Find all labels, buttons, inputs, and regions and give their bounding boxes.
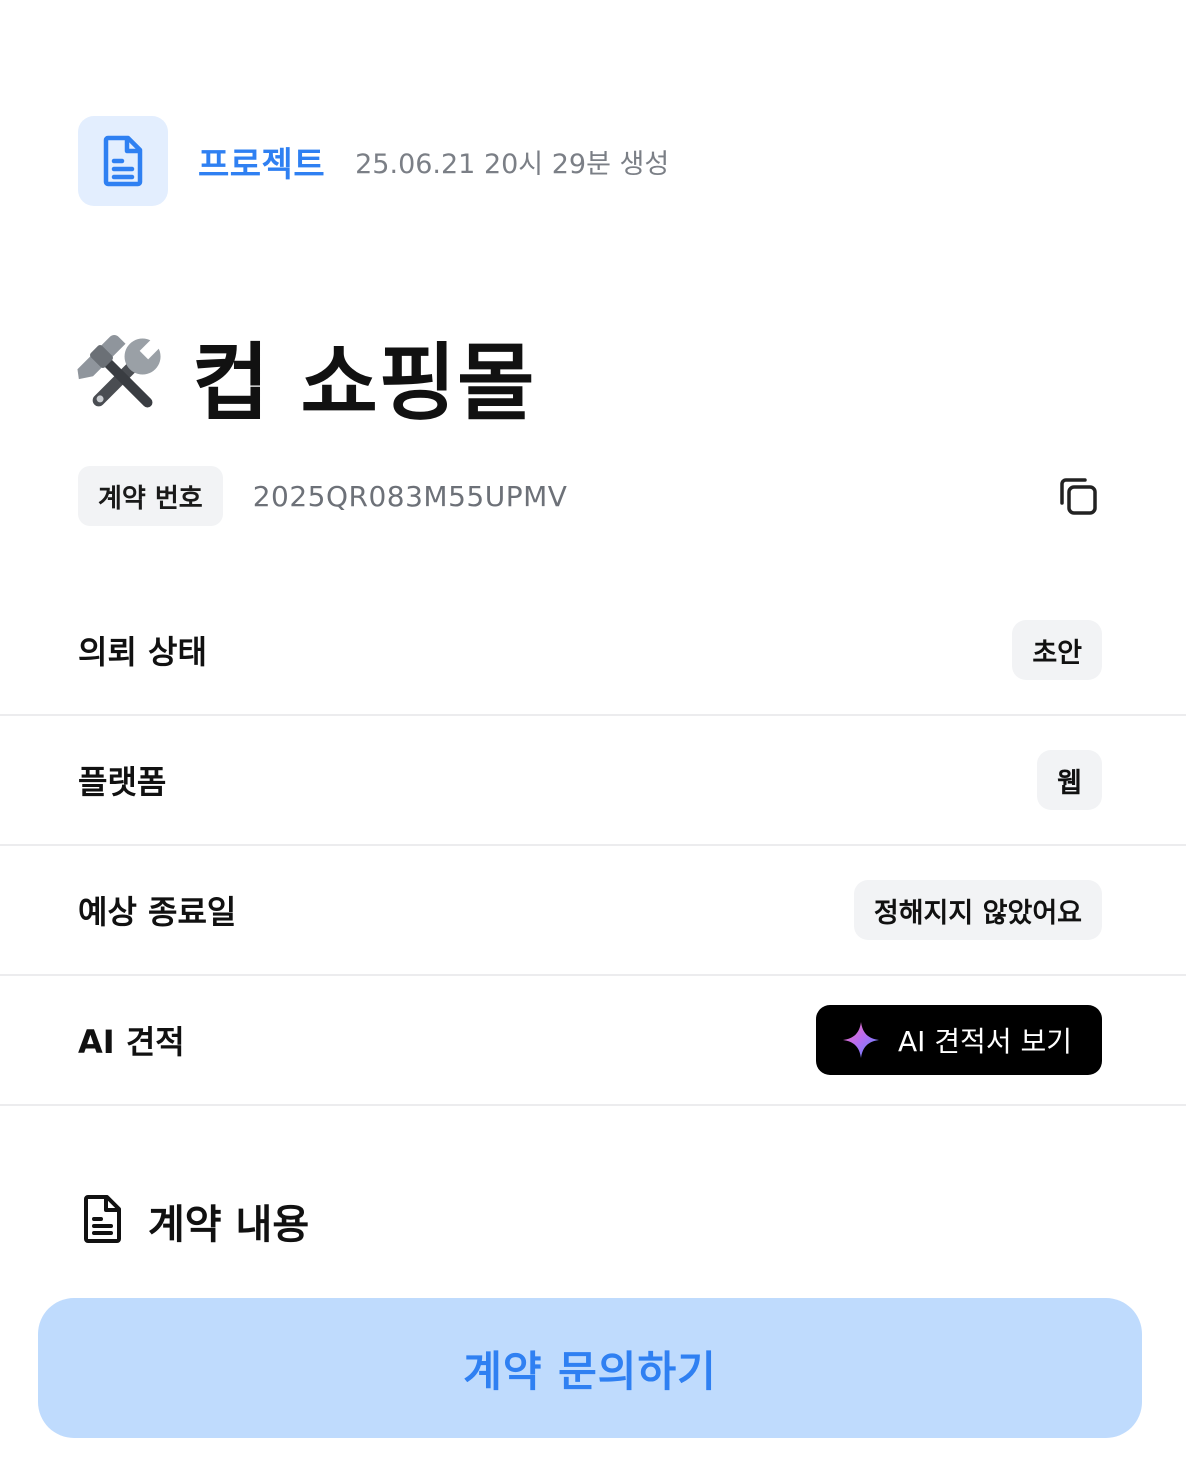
due-date-label: 예상 종료일 (78, 893, 237, 931)
document-icon (78, 116, 168, 206)
ai-estimate-label: AI 견적 (78, 1023, 185, 1061)
hammer-and-wrench-icon (76, 328, 168, 426)
view-ai-estimate-label: AI 견적서 보기 (897, 1025, 1072, 1058)
sparkle-icon (842, 1021, 880, 1059)
platform-label: 플랫폼 (78, 763, 167, 801)
contract-content-title: 계약 내용 (148, 1202, 310, 1248)
platform-badge: 웹 (1037, 750, 1102, 810)
project-category-label: 프로젝트 (198, 144, 326, 185)
contract-inquiry-button[interactable]: 계약 문의하기 (38, 1298, 1142, 1438)
due-date-row: 예상 종료일 정해지지 않았어요 (0, 846, 1186, 976)
view-ai-estimate-button[interactable]: AI 견적서 보기 (815, 1005, 1102, 1075)
contract-number-row: 계약 번호 2025QR083M55UPMV (78, 466, 1102, 526)
contract-number-label: 계약 번호 (78, 466, 223, 526)
project-title: 컵 쇼핑몰 (192, 334, 536, 432)
project-header: 프로젝트 25.06.21 20시 29분 생성 (78, 116, 669, 206)
ai-estimate-row: AI 견적 AI 견적서 보기 (0, 976, 1186, 1106)
document-outline-icon (80, 1194, 124, 1248)
created-timestamp: 25.06.21 20시 29분 생성 (355, 148, 670, 180)
contract-content-section: 계약 내용 (80, 1192, 309, 1250)
due-date-badge: 정해지지 않았어요 (853, 880, 1102, 940)
project-detail-page: 프로젝트 25.06.21 20시 29분 생성 컵 쇼핑몰 계약 번호 202… (0, 0, 1186, 1472)
request-status-row: 의뢰 상태 초안 (0, 586, 1186, 716)
project-title-row: 컵 쇼핑몰 (76, 316, 535, 437)
copy-icon[interactable] (1054, 472, 1102, 520)
request-status-badge: 초안 (1012, 620, 1102, 680)
contract-number-value: 2025QR083M55UPMV (252, 479, 568, 513)
request-status-label: 의뢰 상태 (78, 633, 207, 671)
platform-row: 플랫폼 웹 (0, 716, 1186, 846)
